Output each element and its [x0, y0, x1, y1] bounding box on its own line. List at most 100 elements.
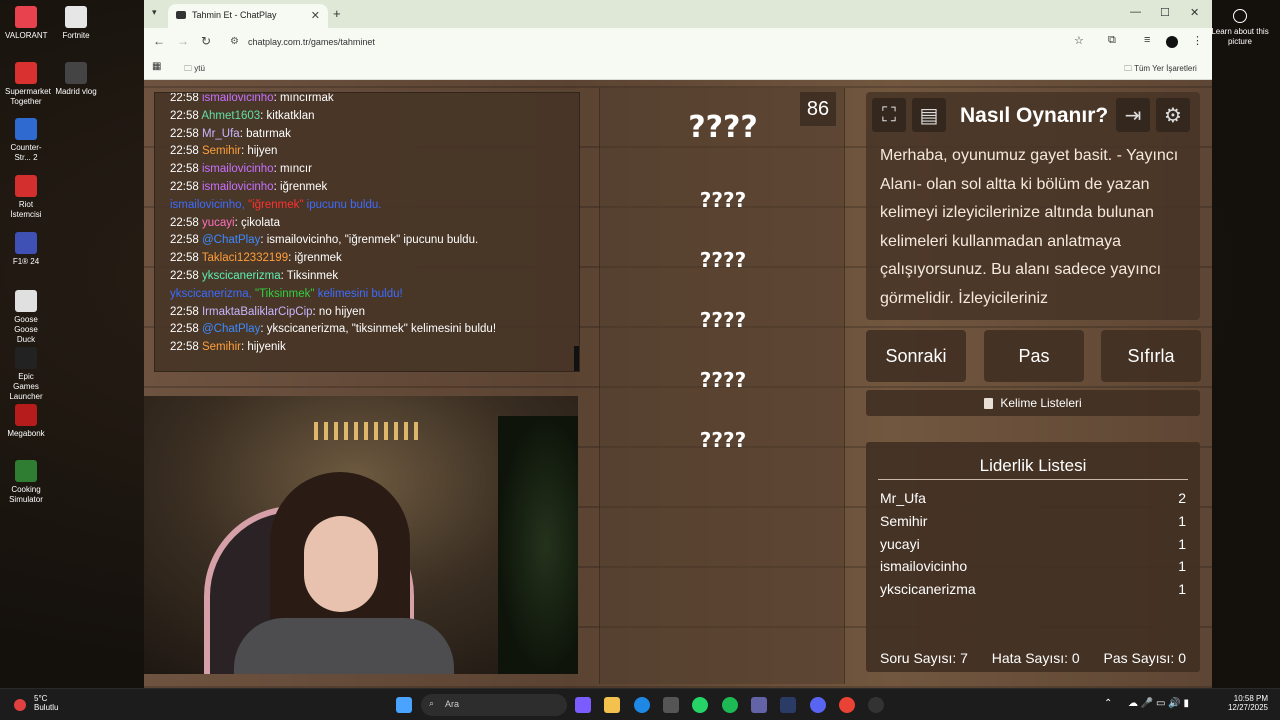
- copilot-icon[interactable]: [575, 697, 591, 713]
- discord-icon[interactable]: [810, 697, 826, 713]
- tab-search-icon[interactable]: ▾: [152, 7, 157, 18]
- chat-username[interactable]: Semihir: [202, 341, 241, 353]
- question-count: Soru Sayısı: 7: [880, 650, 968, 666]
- word-lists-button[interactable]: Kelime Listeleri: [866, 390, 1200, 416]
- chat-username[interactable]: ykscicanerizma: [202, 270, 281, 282]
- fullscreen-icon[interactable]: ⛶: [872, 98, 906, 132]
- whatsapp-icon[interactable]: [692, 697, 708, 713]
- chat-username[interactable]: Semihir: [202, 145, 241, 157]
- desktop-icon[interactable]: F1® 24: [5, 232, 47, 267]
- chat-username[interactable]: ismailovicinho: [202, 93, 274, 104]
- desktop-icon[interactable]: Supermarket Together: [5, 62, 51, 107]
- chat-username[interactable]: IrmaktaBaliklarCipCip: [202, 306, 313, 318]
- chat-text: : mıncırmak: [273, 92, 334, 104]
- file-explorer-icon[interactable]: [604, 697, 620, 713]
- close-tab-icon[interactable]: ✕: [311, 9, 320, 22]
- exit-icon[interactable]: ⇥: [1116, 98, 1150, 132]
- player-name: ykscicanerizma: [880, 581, 976, 598]
- chat-username[interactable]: Taklaci12332199: [202, 252, 288, 264]
- apps-grid-icon[interactable]: ▦: [152, 61, 161, 72]
- notes-icon[interactable]: ▤: [912, 98, 946, 132]
- chat-message: 22:58 Ahmet1603: kitkatklan: [170, 108, 579, 126]
- hidden-word: ????: [699, 188, 747, 212]
- learn-about-picture-button[interactable]: Learn about this picture: [1210, 4, 1270, 47]
- chat-username[interactable]: ismailovicinho: [202, 181, 274, 193]
- chat-scrollbar[interactable]: [574, 346, 579, 371]
- f1-icon: [15, 232, 37, 254]
- chat-username[interactable]: @ChatPlay: [202, 234, 260, 246]
- leaderboard-panel: Liderlik Listesi Mr_Ufa 2 Semihir 1 yucayi 1 i…: [866, 442, 1200, 672]
- megabonk-icon: [15, 404, 37, 426]
- weather-alert-icon: [14, 699, 26, 711]
- new-tab-icon[interactable]: +: [333, 6, 341, 21]
- desktop-icon[interactable]: Goose Goose Duck: [5, 290, 47, 345]
- chrome-icon[interactable]: [839, 697, 855, 713]
- pass-button[interactable]: Pas: [984, 330, 1084, 382]
- chat-text: : iğrenmek: [273, 180, 328, 193]
- steam-icon[interactable]: [780, 697, 796, 713]
- chat-username[interactable]: Mr_Ufa: [202, 128, 240, 140]
- desktop-icon[interactable]: Riot İstemcisi: [5, 175, 47, 220]
- desktop-icon[interactable]: Epic Games Launcher: [5, 347, 47, 402]
- tab-active[interactable]: Tahmin Et - ChatPlay ✕: [168, 4, 328, 28]
- close-window-icon[interactable]: ✕: [1190, 6, 1199, 19]
- settings-gear-icon[interactable]: ⚙: [1156, 98, 1190, 132]
- chat-message: 22:58 @ChatPlay: ykscicanerizma, "tiksin…: [170, 321, 579, 339]
- valorant-icon: [15, 6, 37, 28]
- profile-avatar[interactable]: [1166, 36, 1178, 48]
- app-icon[interactable]: [868, 697, 884, 713]
- forward-icon[interactable]: →: [177, 34, 189, 48]
- chat-message: 22:58 Taklaci12332199: iğrenmek: [170, 250, 579, 268]
- desktop-icon[interactable]: VALORANT: [5, 6, 48, 41]
- pass-count: Pas Sayısı: 0: [1103, 650, 1186, 666]
- desktop-icon-label: Counter-Str... 2: [10, 143, 42, 162]
- chat-username[interactable]: yucayi: [202, 217, 235, 229]
- tray-icons[interactable]: ☁ 🎤 ▭ 🔊 ▮: [1128, 698, 1189, 709]
- site-info-icon[interactable]: ⚙: [230, 36, 239, 47]
- extensions-icon[interactable]: ⧉: [1108, 34, 1116, 47]
- desktop-icon[interactable]: Cooking Simulator: [5, 460, 47, 505]
- maximize-icon[interactable]: ☐: [1160, 6, 1170, 19]
- chat-text: : kitkatklan: [260, 109, 315, 122]
- reset-button[interactable]: Sıfırla: [1101, 330, 1201, 382]
- clock[interactable]: 10:58 PM 12/27/2025: [1222, 694, 1268, 712]
- bookmarks-bar: ▦ 🗀 ytü 🗀 Tüm Yer İşaretleri: [144, 56, 1212, 80]
- chat-username[interactable]: Ahmet1603: [201, 110, 260, 122]
- reload-icon[interactable]: ↻: [201, 34, 211, 48]
- all-bookmarks-button[interactable]: 🗀 Tüm Yer İşaretleri: [1124, 63, 1197, 77]
- desktop-icon[interactable]: Counter-Str... 2: [5, 118, 47, 163]
- store-icon[interactable]: [663, 697, 679, 713]
- menu-icon[interactable]: ⋮: [1192, 34, 1203, 47]
- minimize-icon[interactable]: —: [1130, 6, 1141, 18]
- spotify-icon[interactable]: [722, 697, 738, 713]
- edge-icon[interactable]: [634, 697, 650, 713]
- chat-username[interactable]: ismailovicinho: [202, 163, 274, 175]
- bookmark-star-icon[interactable]: ☆: [1074, 34, 1084, 47]
- back-icon[interactable]: ←: [153, 34, 165, 48]
- address-bar[interactable]: ⚙ chatplay.com.tr/games/tahminet: [222, 32, 1102, 52]
- windows-start-icon[interactable]: [396, 697, 412, 713]
- teams-icon[interactable]: [751, 697, 767, 713]
- bookmark-folder-ytu[interactable]: 🗀 ytü: [184, 63, 205, 77]
- chat-time: 22:58: [170, 341, 199, 354]
- folder-icon: 🗀: [184, 64, 195, 73]
- weather-widget[interactable]: 5°C Bulutlu: [14, 694, 58, 712]
- hidden-word: ????: [699, 248, 747, 272]
- how-to-play-title: Nasıl Oynanır?: [960, 104, 1109, 127]
- chat-time: 22:58: [170, 269, 199, 282]
- desktop-icon-label: Megabonk: [7, 429, 45, 438]
- media-icon[interactable]: ≡: [1144, 34, 1150, 46]
- desktop-icon[interactable]: Madrid vlog: [46, 62, 106, 97]
- tray-chevron-icon[interactable]: ⌃: [1104, 698, 1112, 709]
- search-icon: ⌕: [429, 698, 435, 708]
- next-button[interactable]: Sonraki: [866, 330, 966, 382]
- taskbar-search[interactable]: ⌕ Ara: [421, 694, 567, 716]
- desktop-icon[interactable]: Fortnite: [46, 6, 106, 41]
- chat-username[interactable]: @ChatPlay: [202, 323, 260, 335]
- clock-time: 10:58 PM: [1233, 694, 1268, 703]
- desktop-icon[interactable]: Megabonk: [5, 404, 47, 439]
- epic-icon: [15, 347, 37, 369]
- chat-message: 22:58 IrmaktaBaliklarCipCip: no hijyen: [170, 304, 579, 322]
- chat-message: 22:58 ykscicanerizma: Tiksinmek: [170, 268, 579, 286]
- stats-row: Soru Sayısı: 7 Hata Sayısı: 0 Pas Sayısı…: [880, 650, 1186, 666]
